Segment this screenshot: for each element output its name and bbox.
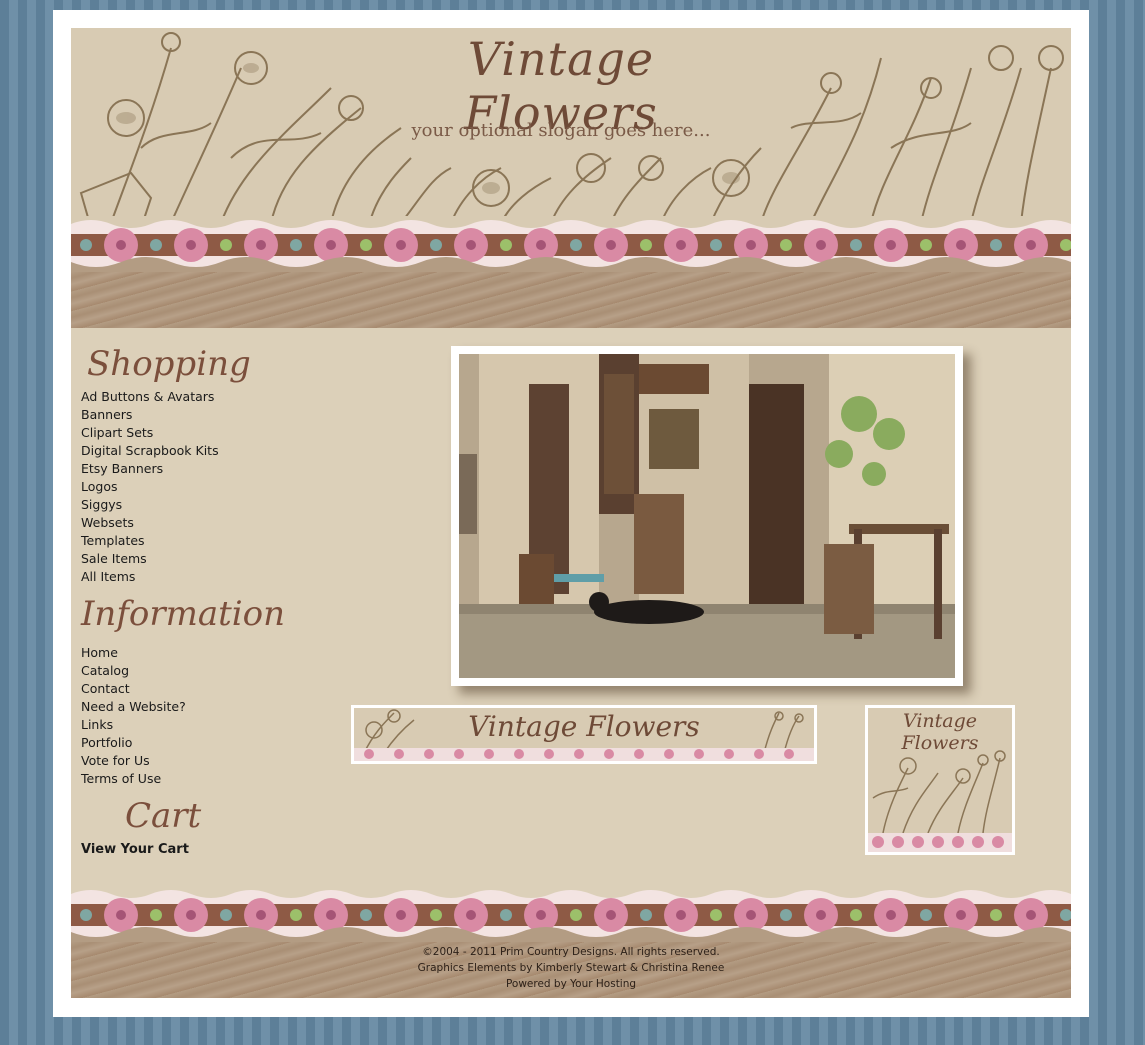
sidebar-item-need-a-website[interactable]: Need a Website? xyxy=(81,698,321,716)
site-slogan: your optional slogan goes here... xyxy=(411,120,711,141)
sidebar-item-websets[interactable]: Websets xyxy=(81,514,321,532)
view-cart-link[interactable]: View Your Cart xyxy=(81,842,321,857)
sidebar-item-contact[interactable]: Contact xyxy=(81,680,321,698)
sidebar: Shopping Ad Buttons & Avatars Banners Cl… xyxy=(81,340,321,857)
sidebar-item-catalog[interactable]: Catalog xyxy=(81,662,321,680)
sidebar-item-templates[interactable]: Templates xyxy=(81,532,321,550)
information-heading: Information xyxy=(81,594,286,634)
paper-texture xyxy=(71,272,1071,328)
sidebar-item-etsy-banners[interactable]: Etsy Banners xyxy=(81,460,321,478)
sidebar-item-banners[interactable]: Banners xyxy=(81,406,321,424)
sidebar-item-ad-buttons-avatars[interactable]: Ad Buttons & Avatars xyxy=(81,388,321,406)
banner-preview[interactable]: Vintage Flowers xyxy=(351,705,817,764)
footer-powered[interactable]: Powered by Your Hosting xyxy=(71,976,1071,992)
shop-doorway-photo-icon xyxy=(459,354,955,678)
shopping-heading: Shopping xyxy=(87,344,251,384)
footer-lace-border-icon xyxy=(71,886,1071,942)
page: Vintage Flowers your optional slogan goe… xyxy=(71,28,1071,998)
sidebar-item-digital-scrapbook-kits[interactable]: Digital Scrapbook Kits xyxy=(81,442,321,460)
avatar-preview[interactable]: Vintage Flowers xyxy=(865,705,1015,855)
footer-credits: Graphics Elements by Kimberly Stewart & … xyxy=(417,962,725,974)
sidebar-item-clipart-sets[interactable]: Clipart Sets xyxy=(81,424,321,442)
sidebar-item-all-items[interactable]: All Items xyxy=(81,568,321,586)
sidebar-item-portfolio[interactable]: Portfolio xyxy=(81,734,321,752)
featured-photo xyxy=(451,346,963,686)
sidebar-item-sale-items[interactable]: Sale Items xyxy=(81,550,321,568)
avatar-preview-inner: Vintage Flowers xyxy=(868,708,1012,852)
sidebar-item-siggys[interactable]: Siggys xyxy=(81,496,321,514)
shopping-list: Ad Buttons & Avatars Banners Clipart Set… xyxy=(81,388,321,586)
sidebar-item-logos[interactable]: Logos xyxy=(81,478,321,496)
cart-heading: Cart xyxy=(125,796,202,836)
sidebar-item-terms-of-use[interactable]: Terms of Use xyxy=(81,770,321,788)
information-list: Home Catalog Contact Need a Website? Lin… xyxy=(81,644,321,788)
header: Vintage Flowers your optional slogan goe… xyxy=(71,28,1071,328)
lace-flower-border-icon xyxy=(71,216,1071,272)
sidebar-item-links[interactable]: Links xyxy=(81,716,321,734)
avatar-preview-title: Vintage Flowers xyxy=(901,710,979,754)
banner-preview-inner: Vintage Flowers xyxy=(354,708,814,761)
sidebar-item-home[interactable]: Home xyxy=(81,644,321,662)
footer: ©2004 - 2011 Prim Country Designs. All r… xyxy=(71,944,1071,992)
banner-preview-title: Vintage Flowers xyxy=(468,710,700,743)
sidebar-item-vote-for-us[interactable]: Vote for Us xyxy=(81,752,321,770)
footer-copyright: ©2004 - 2011 Prim Country Designs. All r… xyxy=(422,946,720,958)
